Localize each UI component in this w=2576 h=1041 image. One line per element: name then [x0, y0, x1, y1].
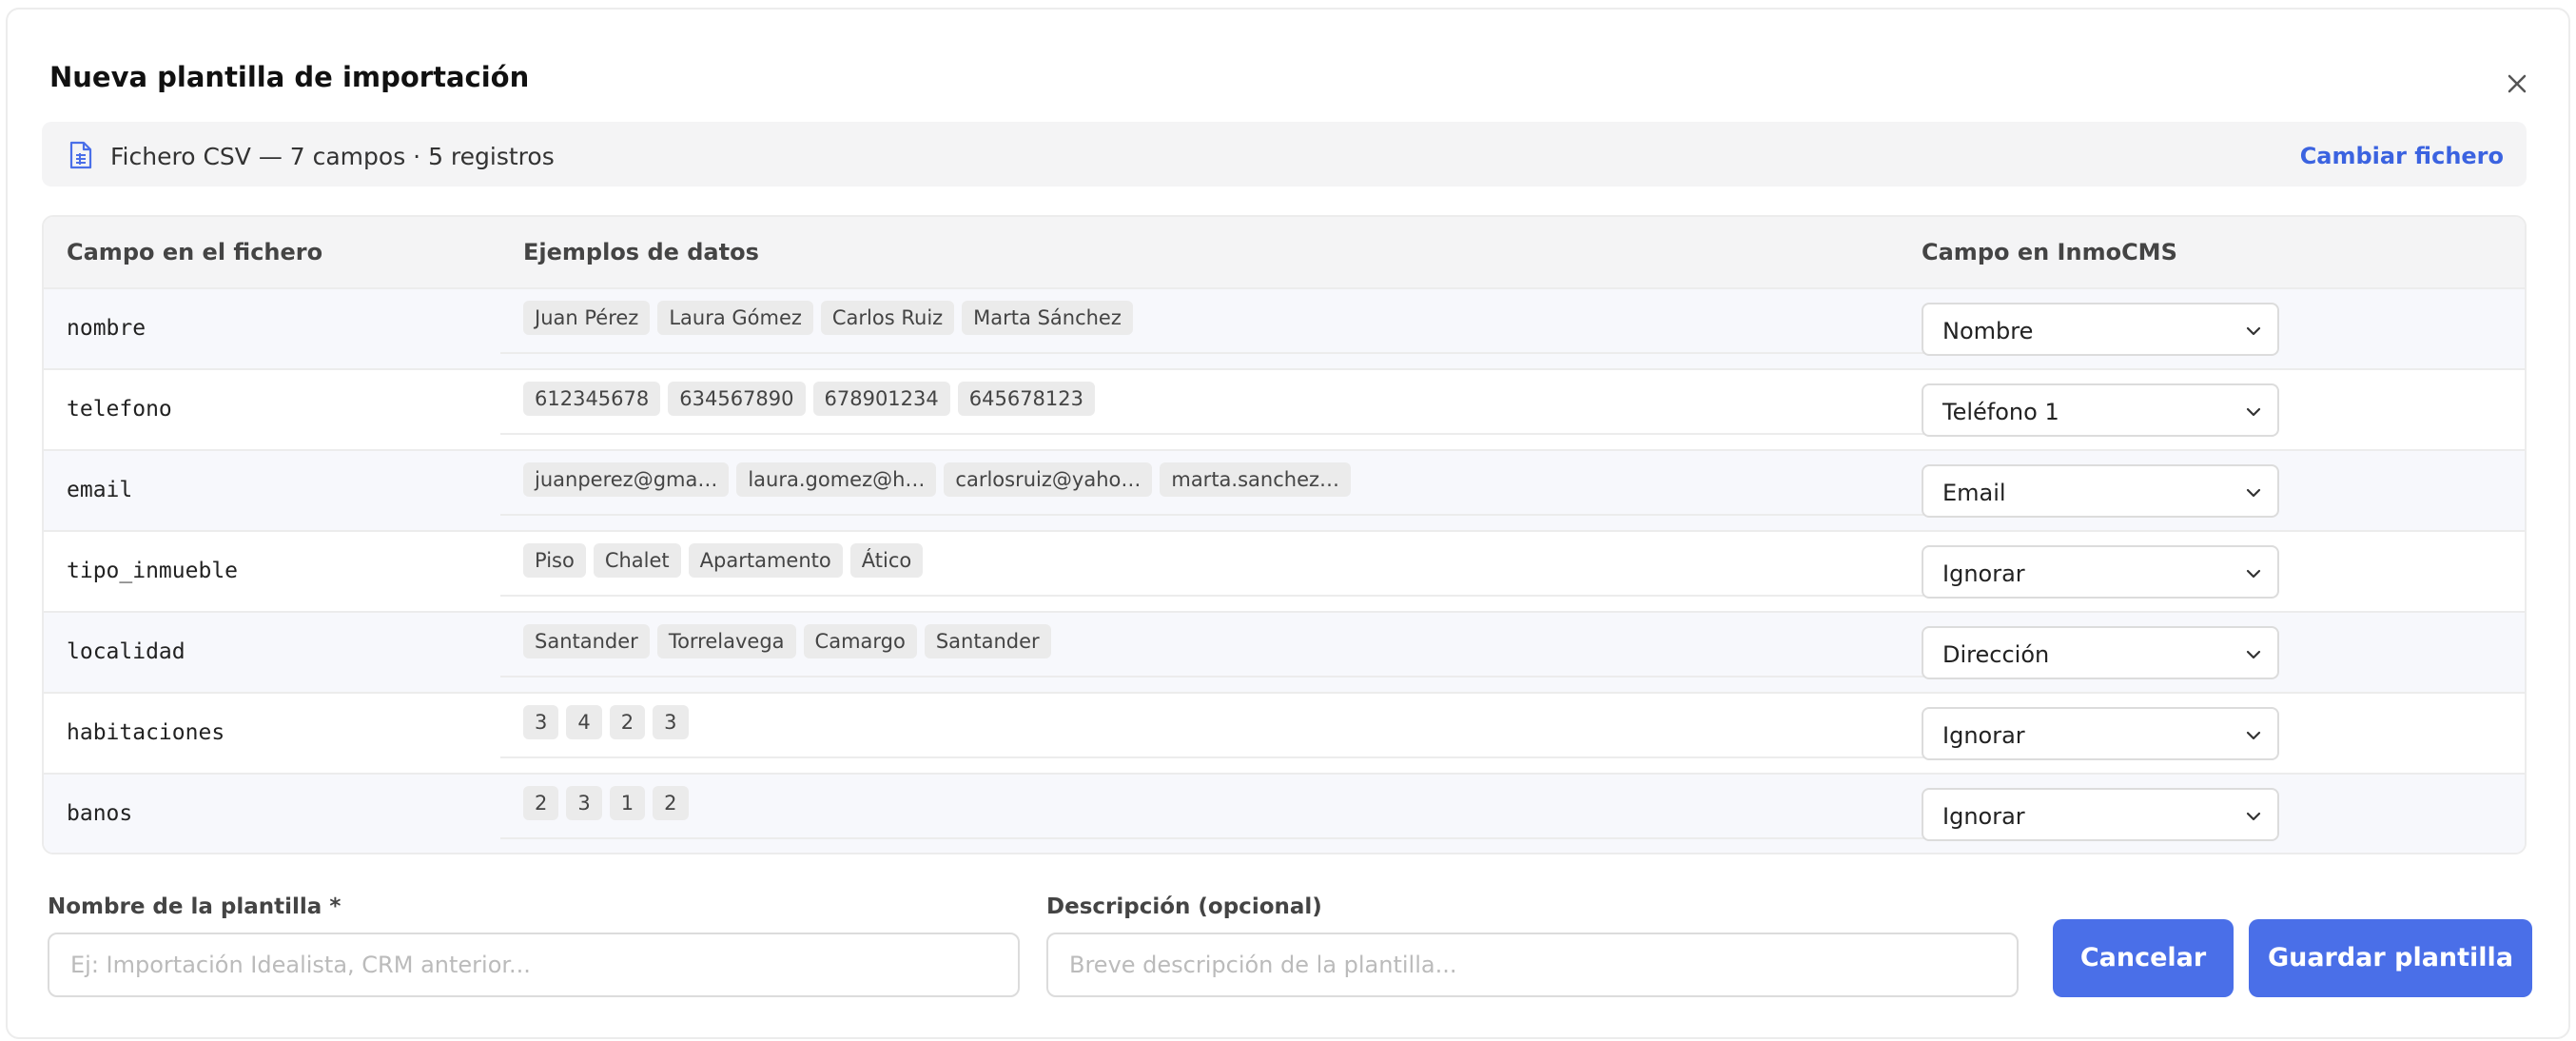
cms-field-selected-value: Ignorar — [1942, 560, 2025, 587]
close-icon[interactable] — [2500, 67, 2534, 101]
table-header: Campo en el fichero Ejemplos de datos Ca… — [44, 217, 2525, 287]
example-chip: 2 — [523, 786, 559, 820]
chevron-down-icon — [2245, 566, 2262, 584]
cms-field-selected-value: Teléfono 1 — [1942, 399, 2059, 425]
file-field-name: habitaciones — [67, 720, 225, 745]
example-chip: Juan Pérez — [523, 301, 651, 335]
example-chip: 2 — [609, 705, 646, 739]
template-name-input[interactable] — [48, 933, 1020, 997]
example-values-cell: juanperez@gma… laura.gomez@h… carlosruiz@y… — [500, 451, 1942, 516]
example-values-cell: Piso Chalet Apartamento Ático — [500, 532, 1942, 597]
example-values-cell: 2312 — [500, 775, 1942, 839]
chevron-down-icon — [2245, 728, 2262, 746]
mapping-row: telefono 612345678 634567890 678901234 64567… — [44, 368, 2525, 449]
cms-field-select[interactable]: Email — [1922, 464, 2279, 518]
example-chip: 1 — [609, 786, 646, 820]
file-field-name: email — [67, 478, 133, 502]
example-chip: 3 — [566, 786, 602, 820]
example-chip: 645678123 — [957, 382, 1095, 416]
example-chip: Piso — [523, 543, 586, 578]
cms-field-select[interactable]: Teléfono 1 — [1922, 383, 2279, 437]
example-chip: Carlos Ruiz — [820, 301, 955, 335]
example-chip: 678901234 — [812, 382, 950, 416]
save-template-button[interactable]: Guardar plantilla — [2249, 919, 2532, 997]
example-chip: carlosruiz@yaho… — [944, 462, 1153, 497]
change-file-link[interactable]: Cambiar fichero — [2300, 143, 2504, 169]
mapping-row: localidad Santander Torrelavega Camargo Sant… — [44, 611, 2525, 692]
cms-field-select[interactable]: Ignorar — [1922, 707, 2279, 760]
cms-field-select[interactable]: Ignorar — [1922, 788, 2279, 841]
cancel-button[interactable]: Cancelar — [2053, 919, 2234, 997]
cms-field-select[interactable]: Ignorar — [1922, 545, 2279, 599]
file-field-name: telefono — [67, 397, 172, 422]
chevron-down-icon — [2245, 647, 2262, 665]
example-chip: juanperez@gma… — [523, 462, 730, 497]
example-chip: 4 — [566, 705, 602, 739]
cms-field-selected-value: Ignorar — [1942, 722, 2025, 749]
chevron-down-icon — [2245, 809, 2262, 827]
example-chip: 3 — [653, 705, 689, 739]
chevron-down-icon — [2245, 485, 2262, 503]
mapping-row: email juanperez@gma… laura.gomez@h… carlosr… — [44, 449, 2525, 530]
file-field-name: banos — [67, 801, 133, 826]
example-chip: laura.gomez@h… — [736, 462, 937, 497]
example-chip: Apartamento — [688, 543, 843, 578]
cms-field-selected-value: Dirección — [1942, 641, 2050, 668]
file-field-name: nombre — [67, 316, 146, 341]
example-chip: 3 — [523, 705, 559, 739]
example-chip: Torrelavega — [656, 624, 796, 658]
cms-field-select[interactable]: Nombre — [1922, 303, 2279, 356]
template-name-label: Nombre de la plantilla * — [48, 894, 342, 919]
example-chip: Santander — [924, 624, 1051, 658]
example-values-cell: 3423 — [500, 694, 1942, 758]
mapping-row: banos 2 3 1 2 Ignorar — [44, 773, 2525, 853]
file-spreadsheet-icon — [68, 141, 93, 173]
chevron-down-icon — [2245, 404, 2262, 422]
dialog-title: Nueva plantilla de importación — [49, 61, 530, 93]
cms-field-selected-value: Email — [1942, 480, 2006, 506]
header-file-field: Campo en el fichero — [67, 239, 323, 265]
example-chip: Marta Sánchez — [962, 301, 1133, 335]
example-chip: 612345678 — [523, 382, 661, 416]
example-chip: Laura Gómez — [657, 301, 813, 335]
file-info-bar: Fichero CSV — 7 campos · 5 registros Cam… — [42, 122, 2527, 187]
description-input[interactable] — [1046, 933, 2019, 997]
example-chip: marta.sanchez… — [1160, 462, 1352, 497]
example-chip: Santander — [523, 624, 650, 658]
header-cms-field: Campo en InmoCMS — [1922, 239, 2177, 265]
cms-field-selected-value: Ignorar — [1942, 803, 2025, 830]
mapping-row: habitaciones 3 4 2 3 Ignorar — [44, 692, 2525, 773]
example-chip: Camargo — [803, 624, 917, 658]
field-mapping-table: Campo en el fichero Ejemplos de datos Ca… — [42, 215, 2527, 854]
mapping-row: nombre Juan Pérez Laura Gómez Carlos Ruiz Ma… — [44, 287, 2525, 368]
file-summary: Fichero CSV — 7 campos · 5 registros — [110, 143, 555, 170]
example-values-cell: Juan Pérez Laura Gómez Carlos Ruiz Marta Sá… — [500, 289, 1942, 354]
cms-field-selected-value: Nombre — [1942, 318, 2034, 344]
file-field-name: tipo_inmueble — [67, 559, 239, 583]
chevron-down-icon — [2245, 324, 2262, 342]
file-field-name: localidad — [67, 639, 185, 664]
example-values-cell: 612345678 634567890 678901234 645678123 — [500, 370, 1942, 435]
example-values-cell: Santander Torrelavega Camargo Santander — [500, 613, 1942, 678]
header-examples: Ejemplos de datos — [523, 239, 759, 265]
mapping-row: tipo_inmueble Piso Chalet Apartamento Ático I… — [44, 530, 2525, 611]
description-label: Descripción (opcional) — [1046, 894, 1322, 919]
example-chip: 634567890 — [668, 382, 806, 416]
example-chip: 2 — [653, 786, 689, 820]
example-chip: Chalet — [593, 543, 681, 578]
example-chip: Ático — [849, 543, 924, 578]
cms-field-select[interactable]: Dirección — [1922, 626, 2279, 679]
